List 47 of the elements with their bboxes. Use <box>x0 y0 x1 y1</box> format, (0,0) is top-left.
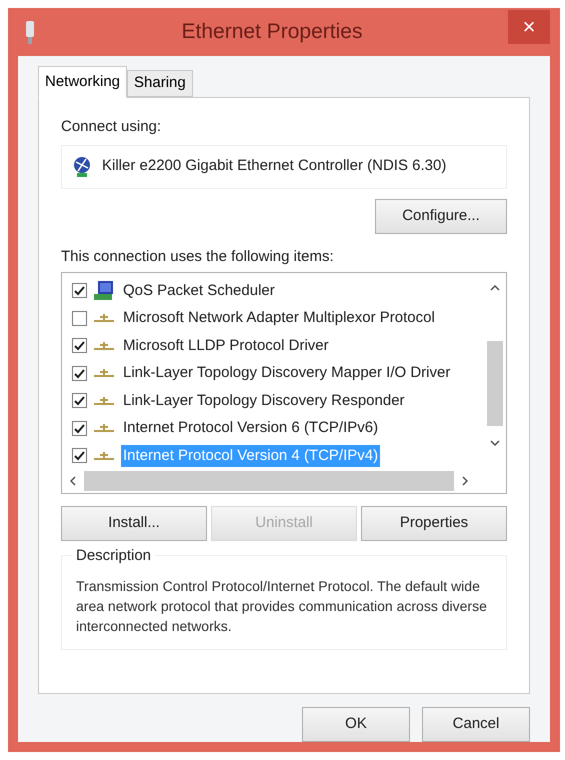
action-button[interactable]: Properties <box>361 506 507 541</box>
tab[interactable]: Networking <box>38 66 128 98</box>
network-adapter-icon <box>72 156 92 178</box>
adapter-name: Killer e2200 Gigabit Ethernet Controller (NDIS 6.30) <box>102 156 446 176</box>
tab[interactable]: Sharing <box>127 70 193 97</box>
scroll-left-icon[interactable] <box>70 476 76 486</box>
dialog-button[interactable]: Cancel <box>422 707 530 742</box>
list-item[interactable]: Microsoft LLDP Protocol Driver <box>121 334 331 357</box>
checkbox[interactable] <box>72 420 87 436</box>
list-item[interactable]: QoS Packet Scheduler <box>121 280 277 302</box>
scroll-right-icon[interactable] <box>462 476 468 486</box>
network-protocol-icon <box>93 312 115 324</box>
checkmark-icon <box>74 450 85 462</box>
configure-button[interactable]: Configure... <box>375 198 507 234</box>
close-button[interactable]: × <box>508 10 550 44</box>
checkbox[interactable] <box>72 393 87 408</box>
scroll-up-icon[interactable] <box>490 285 500 291</box>
list-item[interactable]: Internet Protocol Version 6 (TCP/IPv6) <box>121 417 380 440</box>
list-item[interactable]: Microsoft Network Adapter Multiplexor Protocol <box>121 307 437 330</box>
checkmark-icon <box>74 340 85 352</box>
network-protocol-icon <box>93 340 115 352</box>
checkmark-icon <box>74 422 85 434</box>
network-protocol-icon <box>93 367 115 380</box>
list-item[interactable]: Link-Layer Topology Discovery Responder <box>121 390 407 412</box>
connect-using-label: Connect using: <box>61 117 162 137</box>
scroll-thumb[interactable] <box>487 341 503 426</box>
network-protocol-icon <box>93 394 115 407</box>
checkbox[interactable] <box>72 448 87 464</box>
checkbox[interactable] <box>72 366 87 381</box>
computer-icon <box>93 280 115 302</box>
network-protocol-icon <box>93 422 115 434</box>
network-protocol-icon <box>93 450 115 462</box>
checkbox[interactable] <box>72 338 87 354</box>
network-cable-icon <box>24 19 36 45</box>
checkbox[interactable] <box>72 283 87 298</box>
checkbox[interactable] <box>72 310 87 326</box>
action-button[interactable]: Install... <box>61 506 207 541</box>
scroll-down-icon[interactable] <box>490 440 500 446</box>
checkmark-icon <box>74 395 85 406</box>
items-label: This connection uses the following items: <box>61 246 335 266</box>
description-text: Transmission Control Protocol/Internet Protocol. The default wide area network protocol that provides communication across diverse interconnected networks. <box>76 577 488 636</box>
list-item[interactable]: Link-Layer Topology Discovery Mapper I/O Driver <box>121 362 452 384</box>
checkmark-icon <box>74 368 85 379</box>
scroll-thumb[interactable] <box>84 471 454 492</box>
dialog-button[interactable]: OK <box>302 707 410 742</box>
window-title: Ethernet Properties <box>180 19 364 46</box>
checkmark-icon <box>74 285 85 296</box>
